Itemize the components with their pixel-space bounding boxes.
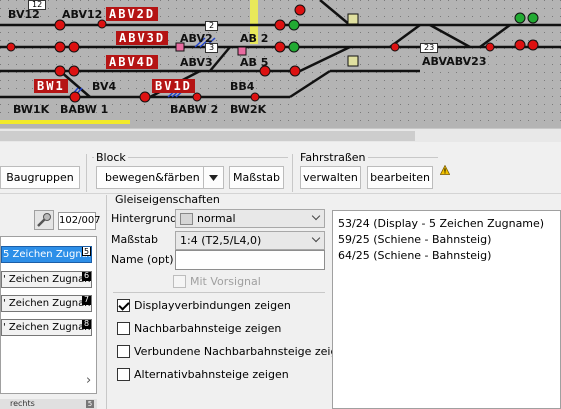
- divider: [86, 154, 87, 192]
- mit-vorsignal-checkbox: [173, 275, 186, 288]
- dropdown-arrow-icon[interactable]: [203, 167, 223, 188]
- list-item-label: ' Zeichen Zugname: [3, 322, 92, 333]
- bewegen-label: bewegen&färben: [105, 171, 200, 184]
- displayverbindungen-label: Displayverbindungen zeigen: [134, 299, 291, 312]
- block-marker: [347, 55, 359, 67]
- divider: [292, 154, 293, 192]
- name-label: Name (opt): [111, 253, 174, 266]
- tool-icon[interactable]: [34, 210, 54, 230]
- track-label: ABV2: [180, 32, 213, 45]
- track-label: ABV12: [62, 8, 103, 21]
- track-label: BABW 1: [60, 103, 109, 116]
- train-display[interactable]: ABV2D: [106, 7, 159, 21]
- list-item-badge: 6: [82, 271, 91, 281]
- track-properties-panel: Gleiseigenschaften Hintergrund normal Ma…: [108, 193, 351, 409]
- baugruppen-button[interactable]: Baugruppen: [0, 166, 80, 189]
- list-item-badge: 7: [82, 295, 91, 305]
- list-item[interactable]: 5 Zeichen Zugname 5: [1, 246, 92, 263]
- hintergrund-select[interactable]: normal: [175, 209, 325, 228]
- footer-badge: 5: [86, 400, 94, 408]
- list-item-label: 5 Zeichen Zugname: [3, 249, 91, 260]
- fahrstrassen-group-title: Fahrstraßen: [298, 151, 368, 164]
- block-marker: [347, 13, 359, 25]
- train-display[interactable]: ABV4D: [106, 55, 159, 69]
- divider: [113, 292, 325, 293]
- list-item[interactable]: ' Zeichen Zugname 8: [1, 319, 92, 336]
- color-swatch: [180, 213, 193, 225]
- alternativ-checkbox[interactable]: [117, 368, 130, 381]
- track-label: AB 2: [240, 32, 269, 45]
- element-list[interactable]: 5 Zeichen Zugname 5 ' Zeichen Zugname 6 …: [0, 236, 97, 394]
- list-item[interactable]: 59/25 (Schiene - Bahnsteig): [338, 233, 491, 246]
- yellow-platform: [0, 120, 130, 124]
- verwalten-button[interactable]: verwalten: [300, 166, 361, 189]
- list-item[interactable]: 64/25 (Schiene - Bahnsteig): [338, 249, 491, 262]
- track-label: BV4: [92, 80, 117, 93]
- list-item-badge: 5: [82, 247, 91, 256]
- pink-marker: [237, 46, 247, 56]
- track-label: BW1K: [13, 103, 50, 116]
- verbundene-checkbox[interactable]: [117, 345, 130, 358]
- chevron-right-icon[interactable]: ›: [86, 373, 91, 388]
- nachbarbahnsteige-checkbox[interactable]: [117, 322, 130, 335]
- list-item[interactable]: ' Zeichen Zugname 6: [1, 271, 92, 288]
- massstab-button[interactable]: Maßstab: [229, 166, 284, 189]
- verbundene-label: Verbundene Nachbarbahnsteige zeigen: [134, 345, 352, 358]
- bearbeiten-button[interactable]: bearbeiten: [367, 166, 433, 189]
- track-label: AB 5: [240, 56, 269, 69]
- properties-title: Gleiseigenschaften: [115, 193, 220, 206]
- horizontal-scrollbar[interactable]: [0, 128, 561, 142]
- train-display[interactable]: ABV3D: [116, 31, 169, 45]
- connections-list[interactable]: 53/24 (Display - 5 Zeichen Zugname) 59/2…: [332, 210, 561, 409]
- list-item-label: ' Zeichen Zugname: [3, 298, 92, 309]
- track-label: ABV3: [180, 56, 213, 69]
- number-box: 2: [205, 21, 219, 31]
- chevron-down-icon: [311, 233, 321, 243]
- displayverbindungen-checkbox[interactable]: [117, 299, 130, 312]
- number-field[interactable]: 102/007: [58, 212, 101, 230]
- massstab-value: 1:4 (T2,5/L4,0): [180, 234, 262, 247]
- left-footer: rechts: [0, 399, 97, 409]
- train-display[interactable]: BV1D: [152, 79, 195, 93]
- number-box: 23: [420, 43, 439, 53]
- bewegen-button[interactable]: bewegen&färben: [96, 166, 224, 189]
- hintergrund-value: normal: [197, 212, 236, 225]
- nachbarbahnsteige-label: Nachbarbahnsteige zeigen: [134, 322, 282, 335]
- warning-icon: [440, 165, 450, 175]
- list-item[interactable]: 53/24 (Display - 5 Zeichen Zugname): [338, 217, 544, 230]
- block-group-title: Block: [94, 151, 128, 164]
- track-diagram[interactable]: 12 2 3 23 BV12 ABV12 ABV2 AB 2 ABV3 AB 5…: [0, 0, 561, 128]
- hintergrund-label: Hintergrund: [111, 212, 178, 225]
- track-label: ABVABV23: [422, 55, 487, 68]
- list-item[interactable]: ' Zeichen Zugname 7: [1, 295, 92, 312]
- list-item-badge: 8: [82, 319, 91, 329]
- name-input[interactable]: [175, 250, 325, 270]
- left-panel: 102/007 5 Zeichen Zugname 5 ' Zeichen Zu…: [0, 195, 107, 409]
- track-label: BABW 2: [170, 103, 219, 116]
- scrollbar-thumb[interactable]: [0, 131, 415, 141]
- track-label: BV12: [8, 8, 40, 21]
- toolbar: Baugruppen Block bewegen&färben Maßstab …: [0, 142, 561, 194]
- mit-vorsignal-label: Mit Vorsignal: [190, 275, 261, 288]
- massstab-select[interactable]: 1:4 (T2,5/L4,0): [175, 231, 325, 250]
- track-label: BW2K: [230, 103, 267, 116]
- train-display[interactable]: BW1: [34, 79, 68, 93]
- massstab-label: Maßstab: [111, 233, 158, 246]
- chevron-down-icon: [311, 211, 321, 221]
- alternativ-label: Alternativbahnsteige zeigen: [134, 368, 289, 381]
- list-item-label: ' Zeichen Zugname: [3, 274, 92, 285]
- track-label: BB4: [230, 80, 255, 93]
